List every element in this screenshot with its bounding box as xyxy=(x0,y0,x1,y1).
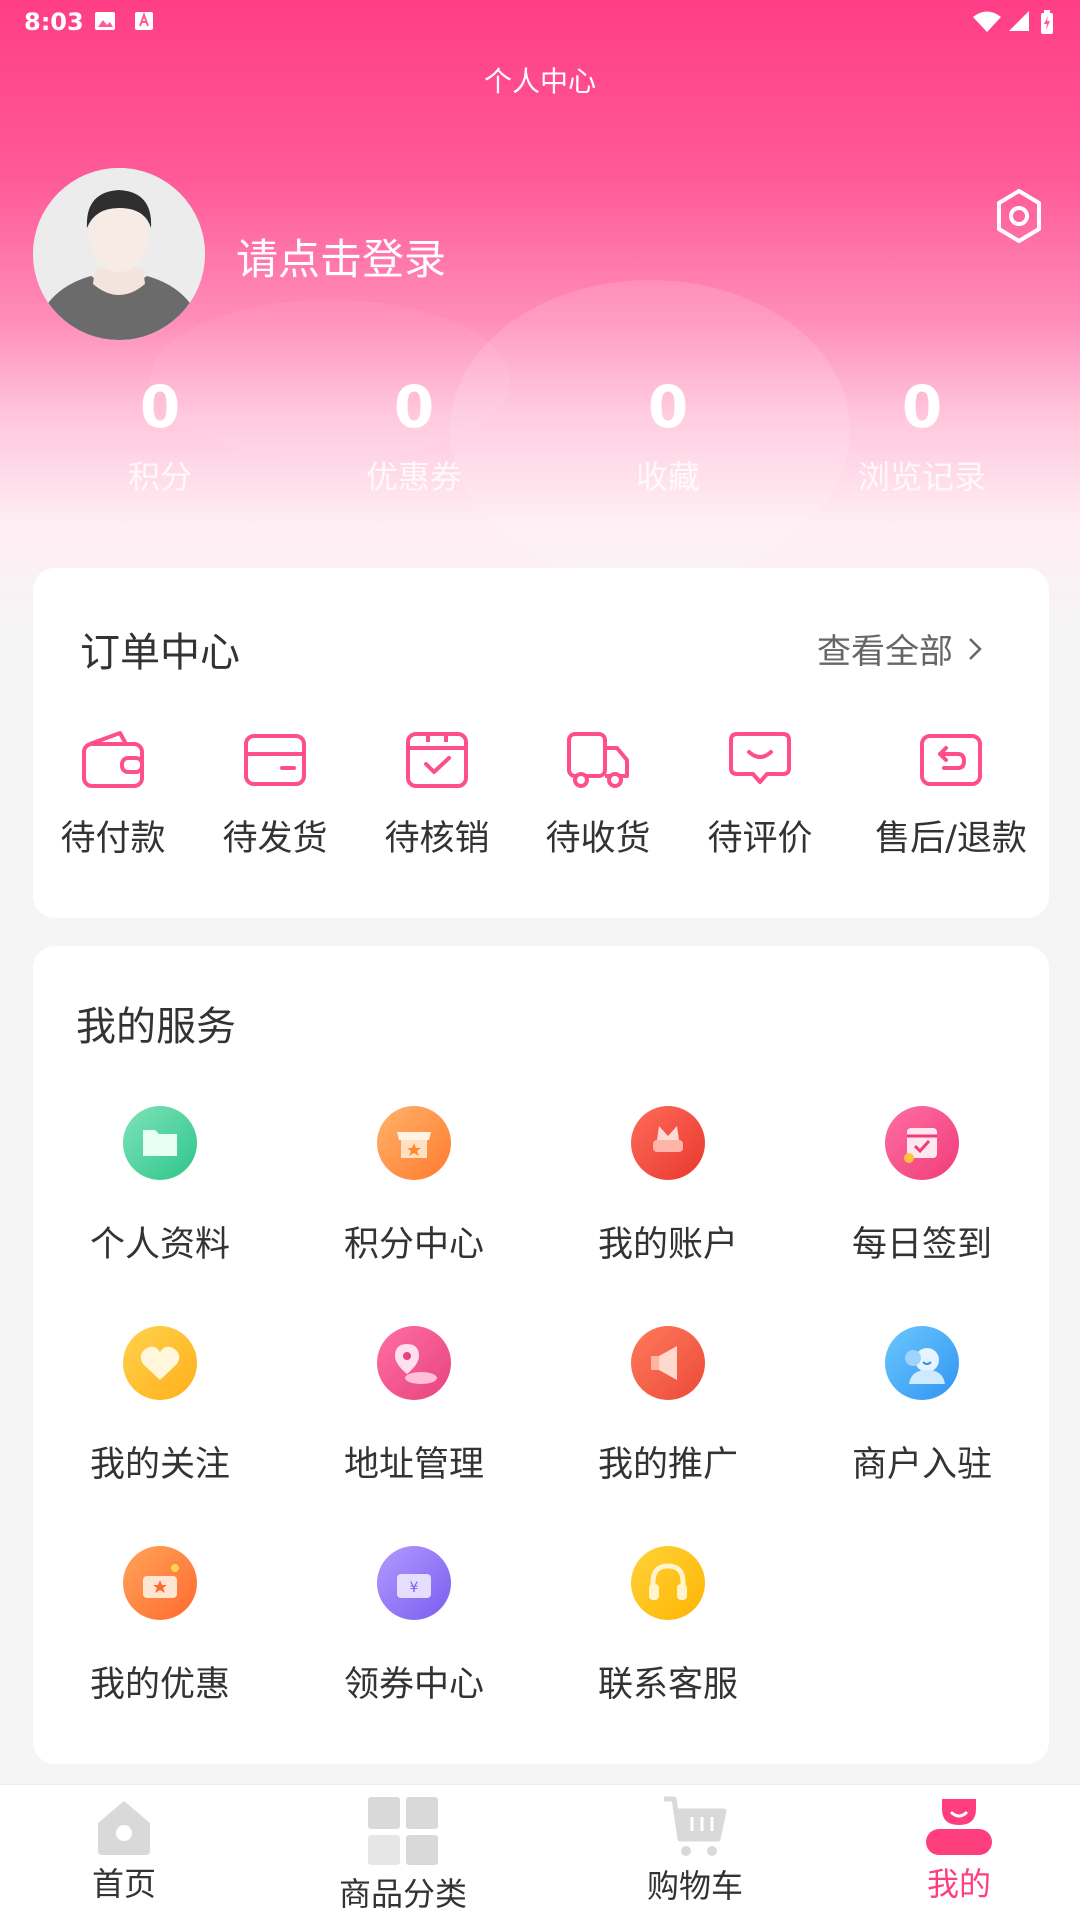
profile-header: 8:03 个人中心 请点击登录 0 积分 0 优惠券 0 收藏 0 浏览记录 xyxy=(0,0,1080,640)
nav-home[interactable]: 首页 xyxy=(54,1795,194,1905)
nav-label: 我的 xyxy=(926,1865,991,1903)
location-icon xyxy=(377,1326,451,1400)
points-shop-icon xyxy=(377,1106,451,1180)
login-prompt[interactable]: 请点击登录 xyxy=(236,226,446,287)
battery-icon xyxy=(1041,10,1053,34)
profile-icon xyxy=(926,1799,992,1855)
order-label: 待核销 xyxy=(384,819,490,859)
folder-icon xyxy=(123,1106,197,1180)
coupon-center-icon: ¥ xyxy=(377,1546,451,1620)
category-icon xyxy=(368,1797,438,1865)
stat-history[interactable]: 0 浏览记录 xyxy=(795,372,1049,498)
service-label: 我的账户 xyxy=(597,1225,738,1265)
wifi-icon xyxy=(973,11,1001,32)
order-label: 待付款 xyxy=(60,819,166,859)
order-pending-shipment[interactable]: 待发货 xyxy=(207,730,343,861)
service-label: 地址管理 xyxy=(343,1445,484,1485)
service-my-account[interactable]: 我的账户 xyxy=(541,1106,795,1267)
service-my-promotion[interactable]: 我的推广 xyxy=(541,1326,795,1487)
avatar[interactable] xyxy=(33,168,205,340)
nav-category[interactable]: 商品分类 xyxy=(323,1795,483,1915)
app-notification-icon xyxy=(135,12,153,30)
order-center-title: 订单中心 xyxy=(80,630,240,676)
view-all-orders-link[interactable]: 查看全部 xyxy=(817,624,983,673)
service-label: 我的关注 xyxy=(89,1445,230,1485)
service-customer-support[interactable]: 联系客服 xyxy=(541,1546,795,1707)
stat-label: 浏览记录 xyxy=(857,458,986,496)
service-coupon-center[interactable]: ¥ 领券中心 xyxy=(287,1546,541,1707)
nav-cart[interactable]: 购物车 xyxy=(625,1795,765,1907)
service-profile[interactable]: 个人资料 xyxy=(33,1106,287,1267)
service-address-management[interactable]: 地址管理 xyxy=(287,1326,541,1487)
order-pending-verify[interactable]: 待核销 xyxy=(369,730,505,861)
order-center-card: 订单中心 查看全部 待付款 待发货 待核销 待收货 待评价 售后/退款 xyxy=(33,568,1049,918)
signal-icon xyxy=(1009,11,1029,31)
service-daily-checkin[interactable]: 每日签到 xyxy=(795,1106,1049,1267)
nav-label: 商品分类 xyxy=(338,1875,467,1913)
order-pending-review[interactable]: 待评价 xyxy=(692,730,828,861)
nav-label: 购物车 xyxy=(646,1867,743,1905)
order-label: 售后/退款 xyxy=(875,819,1027,859)
order-label: 待收货 xyxy=(545,819,651,859)
chevron-right-icon xyxy=(969,637,982,660)
home-icon xyxy=(98,1801,150,1855)
service-label: 个人资料 xyxy=(89,1225,230,1265)
view-all-label: 查看全部 xyxy=(817,632,953,672)
verify-box-icon xyxy=(406,732,468,788)
service-label: 积分中心 xyxy=(343,1225,484,1265)
stat-value: 0 xyxy=(393,373,435,441)
comment-icon xyxy=(729,732,791,784)
service-label: 每日签到 xyxy=(851,1225,992,1265)
stat-favorites[interactable]: 0 收藏 xyxy=(541,372,795,498)
service-points-center[interactable]: 积分中心 xyxy=(287,1106,541,1267)
service-label: 联系客服 xyxy=(597,1665,738,1705)
calendar-icon xyxy=(885,1106,959,1180)
stat-label: 积分 xyxy=(127,458,192,496)
stat-points[interactable]: 0 积分 xyxy=(33,372,287,498)
service-label: 商户入驻 xyxy=(851,1445,992,1485)
gallery-icon xyxy=(95,12,115,30)
heart-icon xyxy=(123,1326,197,1400)
svg-text:¥: ¥ xyxy=(410,1580,419,1596)
merchant-icon xyxy=(885,1326,959,1400)
settings-icon[interactable] xyxy=(994,188,1044,244)
default-avatar-icon xyxy=(33,168,205,340)
stat-label: 收藏 xyxy=(635,458,700,496)
refund-icon xyxy=(920,734,982,786)
service-label: 我的推广 xyxy=(597,1445,738,1485)
my-services-title: 我的服务 xyxy=(76,1004,236,1050)
service-merchant-onboarding[interactable]: 商户入驻 xyxy=(795,1326,1049,1487)
megaphone-icon xyxy=(631,1326,705,1400)
service-label: 我的优惠 xyxy=(89,1665,230,1705)
stat-value: 0 xyxy=(139,373,181,441)
service-my-follows[interactable]: 我的关注 xyxy=(33,1326,287,1487)
order-after-sales[interactable]: 售后/退款 xyxy=(853,730,1049,861)
service-label: 领券中心 xyxy=(343,1665,484,1705)
page-title: 个人中心 xyxy=(483,65,596,98)
nav-label: 首页 xyxy=(91,1865,156,1903)
truck-icon xyxy=(567,732,629,788)
nav-profile[interactable]: 我的 xyxy=(889,1795,1029,1905)
status-time: 8:03 xyxy=(24,8,84,36)
order-label: 待发货 xyxy=(222,819,328,859)
order-pending-payment[interactable]: 待付款 xyxy=(45,730,181,861)
status-bar: 8:03 xyxy=(0,0,1080,42)
service-my-discounts[interactable]: 我的优惠 xyxy=(33,1546,287,1707)
headset-icon xyxy=(631,1546,705,1620)
bottom-nav: 首页 商品分类 购物车 我的 xyxy=(0,1784,1080,1921)
my-services-card: 我的服务 个人资料 积分中心 我的账户 每日签到 我的关注 地址管理 我的推广 … xyxy=(33,946,1049,1764)
discount-ticket-icon xyxy=(123,1546,197,1620)
card-icon xyxy=(244,734,306,786)
order-label: 待评价 xyxy=(707,819,813,859)
order-pending-receipt[interactable]: 待收货 xyxy=(530,730,666,861)
wallet-icon xyxy=(82,731,144,788)
stat-value: 0 xyxy=(901,373,943,441)
cart-icon xyxy=(664,1796,727,1856)
stat-label: 优惠券 xyxy=(365,458,462,496)
stat-coupons[interactable]: 0 优惠券 xyxy=(287,372,541,498)
account-icon xyxy=(631,1106,705,1180)
stat-value: 0 xyxy=(647,373,689,441)
